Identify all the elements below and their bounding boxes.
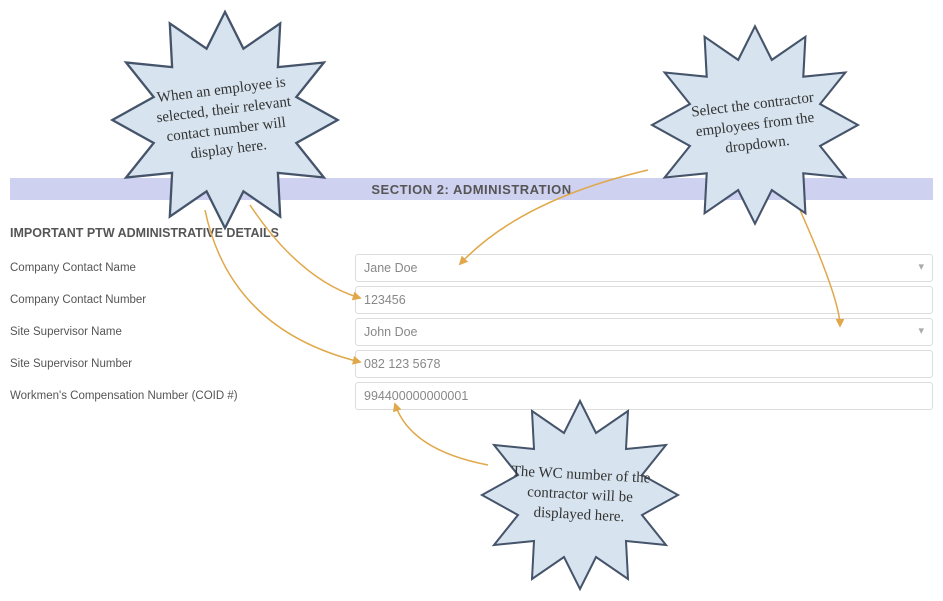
coid-value: 994400000000001 bbox=[364, 389, 468, 403]
site-supervisor-name-select[interactable]: John Doe bbox=[355, 318, 933, 346]
label-company-contact-name: Company Contact Name bbox=[10, 262, 355, 274]
callout-wc-number: The WC number of the contractor will be … bbox=[455, 395, 705, 595]
label-coid: Workmen's Compensation Number (COID #) bbox=[10, 390, 355, 402]
row-site-supervisor-name: Site Supervisor Name John Doe bbox=[10, 316, 933, 348]
section-title: SECTION 2: ADMINISTRATION bbox=[371, 182, 571, 197]
callout-contact-number-text: When an employee is selected, their rele… bbox=[77, 0, 373, 251]
callout-wc-number-text: The WC number of the contractor will be … bbox=[450, 389, 710, 601]
callout-contact-number: When an employee is selected, their rele… bbox=[90, 5, 360, 235]
site-supervisor-number-input[interactable]: 082 123 5678 bbox=[355, 350, 933, 378]
site-supervisor-number-value: 082 123 5678 bbox=[364, 357, 440, 371]
row-company-contact-number: Company Contact Number 123456 bbox=[10, 284, 933, 316]
site-supervisor-name-value: John Doe bbox=[364, 325, 418, 339]
callout-contractor-dropdown-text: Select the contractor employees from the… bbox=[618, 6, 892, 245]
label-company-contact-number: Company Contact Number bbox=[10, 294, 355, 306]
label-site-supervisor-number: Site Supervisor Number bbox=[10, 358, 355, 370]
company-contact-number-value: 123456 bbox=[364, 293, 406, 307]
label-site-supervisor-name: Site Supervisor Name bbox=[10, 326, 355, 338]
company-contact-number-input[interactable]: 123456 bbox=[355, 286, 933, 314]
callout-contractor-dropdown: Select the contractor employees from the… bbox=[630, 20, 880, 230]
company-contact-name-select[interactable]: Jane Doe bbox=[355, 254, 933, 282]
company-contact-name-value: Jane Doe bbox=[364, 261, 418, 275]
form-area: Company Contact Name Jane Doe Company Co… bbox=[10, 252, 933, 412]
row-site-supervisor-number: Site Supervisor Number 082 123 5678 bbox=[10, 348, 933, 380]
row-company-contact-name: Company Contact Name Jane Doe bbox=[10, 252, 933, 284]
